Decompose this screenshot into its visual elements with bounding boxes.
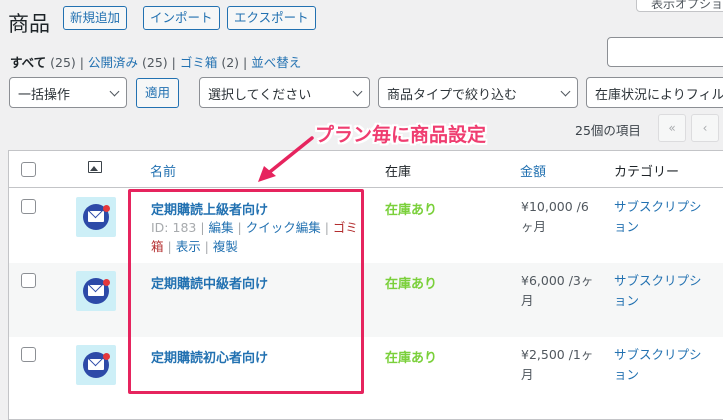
bulk-action-label: 一括操作 bbox=[18, 88, 71, 103]
price: ¥6,000 /3ヶ 月 bbox=[521, 271, 593, 311]
separator: | bbox=[243, 55, 248, 70]
price-line: ¥6,000 /3ヶ bbox=[521, 273, 594, 288]
separator: | bbox=[79, 55, 84, 70]
filter-trash-count: (2) bbox=[221, 55, 240, 70]
price-line: ¥10,000 /6 bbox=[521, 199, 589, 214]
stock-status-label: 在庫状況によりフィルター bbox=[595, 88, 723, 103]
stock-status: 在庫あり bbox=[385, 277, 438, 292]
price-line: ¥2,500 /1ヶ bbox=[521, 347, 594, 362]
image-icon bbox=[88, 161, 102, 173]
first-page-button[interactable]: « bbox=[658, 114, 686, 142]
prev-page-button[interactable]: ‹ bbox=[691, 114, 719, 142]
mail-icon bbox=[88, 211, 104, 222]
status-filter-links: すべて (25) | 公開済み (25) | ゴミ箱 (2) | 並べ替え bbox=[10, 52, 301, 71]
price: ¥2,500 /1ヶ 月 bbox=[521, 345, 593, 385]
stock-status-filter[interactable]: 在庫状況によりフィルター bbox=[586, 77, 723, 108]
chevron-down-icon bbox=[560, 86, 571, 97]
import-button[interactable]: インポート bbox=[143, 6, 220, 30]
row-checkbox[interactable] bbox=[21, 347, 36, 362]
category-line: サブスクリプシ bbox=[614, 347, 702, 362]
product-thumbnail[interactable] bbox=[76, 345, 116, 385]
stock-status: 在庫あり bbox=[385, 351, 438, 366]
highlight-box bbox=[128, 189, 364, 394]
price-line: 月 bbox=[521, 293, 534, 308]
items-count: 25個の項目 bbox=[575, 123, 641, 138]
column-name-header[interactable]: 名前 bbox=[150, 161, 176, 180]
apply-button[interactable]: 適用 bbox=[136, 78, 180, 108]
sort-link[interactable]: 並べ替え bbox=[251, 55, 301, 70]
select-all-checkbox[interactable] bbox=[21, 162, 36, 177]
category-line: ョン bbox=[614, 367, 640, 382]
category-line: サブスクリプシ bbox=[614, 273, 702, 288]
row-checkbox[interactable] bbox=[21, 199, 36, 214]
page-title: 商品 bbox=[8, 12, 50, 36]
category-link[interactable]: サブスクリプシ ョン bbox=[614, 197, 702, 237]
filter-published-link[interactable]: 公開済み bbox=[88, 55, 138, 70]
table-row: 定期購読中級者向け 在庫あり ¥6,000 /3ヶ 月 サブスクリプシ ョン bbox=[9, 263, 723, 337]
chevron-down-icon bbox=[352, 86, 363, 97]
category-line: ョン bbox=[614, 293, 640, 308]
filter-trash-link[interactable]: ゴミ箱 bbox=[180, 55, 218, 70]
product-thumbnail[interactable] bbox=[76, 271, 116, 311]
filter-all-link[interactable]: すべて bbox=[10, 55, 46, 70]
price: ¥10,000 /6 ヶ月 bbox=[521, 197, 589, 237]
search-input[interactable] bbox=[607, 37, 723, 67]
callout-arrow-icon bbox=[258, 136, 314, 182]
mail-icon bbox=[88, 359, 104, 370]
category-link[interactable]: サブスクリプシ ョン bbox=[614, 271, 702, 311]
product-thumbnail[interactable] bbox=[76, 197, 116, 237]
category-line: サブスクリプシ bbox=[614, 199, 702, 214]
callout-text: プラン毎に商品設定 bbox=[315, 124, 487, 146]
add-new-button[interactable]: 新規追加 bbox=[63, 6, 128, 30]
column-stock-header: 在庫 bbox=[385, 165, 412, 180]
product-type-label: 商品タイプで絞り込む bbox=[387, 88, 518, 103]
bulk-action-select[interactable]: 一括操作 bbox=[9, 77, 127, 108]
table-row: 定期購読上級者向け ID: 183 | 編集 | クイック編集 | ゴミ 箱 |… bbox=[9, 189, 723, 263]
separator: | bbox=[171, 55, 176, 70]
mail-icon bbox=[88, 285, 104, 296]
category-select[interactable]: 選択してください bbox=[199, 77, 370, 108]
filter-published-count: (25) bbox=[141, 55, 168, 70]
filter-all-count: (25) bbox=[50, 55, 76, 70]
table-row: 定期購読初心者向け 在庫あり ¥2,500 /1ヶ 月 サブスクリプシ ョン bbox=[9, 337, 723, 408]
category-line: ョン bbox=[614, 219, 640, 234]
category-link[interactable]: サブスクリプシ ョン bbox=[614, 345, 702, 385]
chevron-down-icon bbox=[109, 86, 120, 97]
category-select-label: 選択してください bbox=[208, 88, 312, 103]
export-button[interactable]: エクスポート bbox=[227, 6, 316, 30]
screen-options-button[interactable]: 表示オプション bbox=[636, 0, 723, 12]
price-line: ヶ月 bbox=[521, 219, 547, 234]
price-line: 月 bbox=[521, 367, 534, 382]
product-type-filter[interactable]: 商品タイプで絞り込む bbox=[378, 77, 578, 108]
stock-status: 在庫あり bbox=[385, 203, 438, 218]
column-category-header: カテゴリー bbox=[614, 165, 680, 180]
column-price-header[interactable]: 金額 bbox=[520, 161, 546, 180]
row-checkbox[interactable] bbox=[21, 273, 36, 288]
